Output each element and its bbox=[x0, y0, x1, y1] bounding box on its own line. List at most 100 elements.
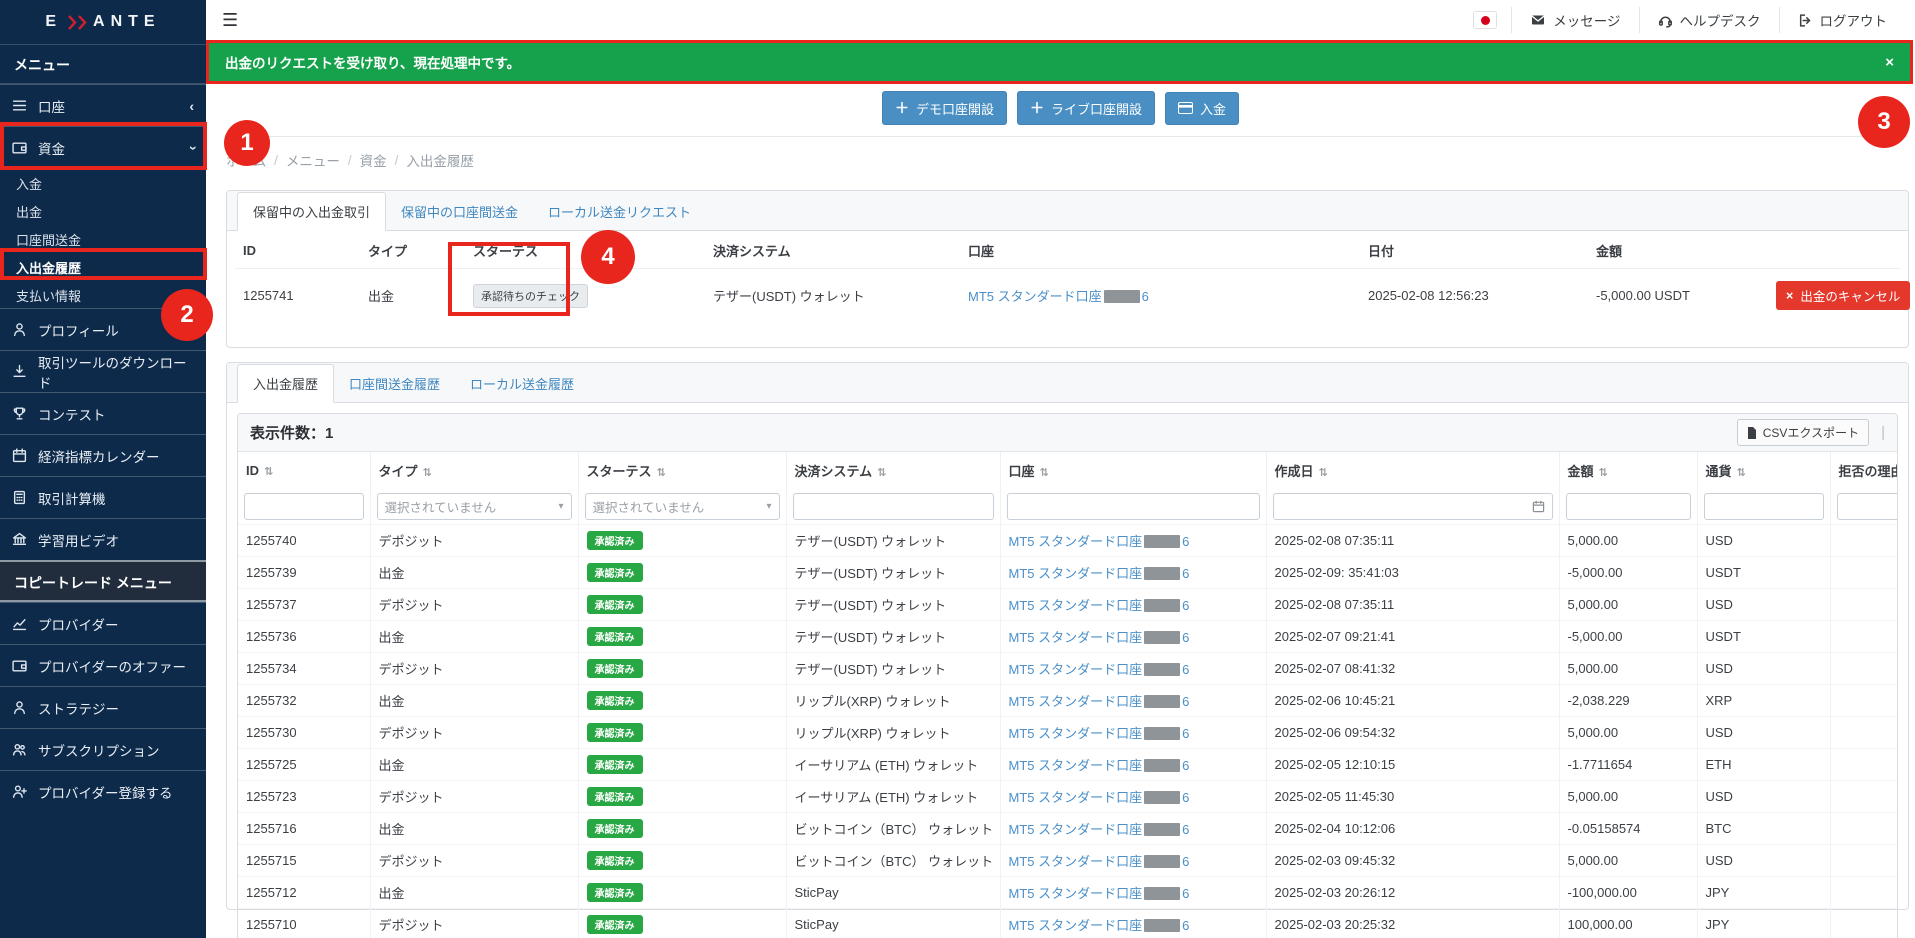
cell-date: 2025-02-07 08:41:32 bbox=[1266, 652, 1560, 685]
messages-button[interactable]: メッセージ bbox=[1511, 7, 1638, 33]
account-link[interactable]: MT5 スタンダード口座 6 bbox=[1009, 694, 1190, 709]
account-link[interactable]: MT5 スタンダード口座 6 bbox=[1009, 630, 1190, 645]
filter-input[interactable] bbox=[1703, 493, 1824, 520]
status-badge-approved: 承認済み bbox=[586, 755, 643, 774]
sidebar-subitem[interactable]: 入出金履歴 bbox=[0, 252, 206, 280]
sidebar-item[interactable]: コンテスト bbox=[0, 392, 206, 434]
sidebar-subitem[interactable]: 入金 bbox=[0, 168, 206, 196]
sidebar-item[interactable]: プロバイダー bbox=[0, 602, 206, 644]
filter-input[interactable] bbox=[792, 493, 994, 520]
filter-date-input[interactable] bbox=[1272, 493, 1553, 520]
trophy-icon bbox=[13, 407, 26, 420]
cell-amount: -100,000.00 bbox=[1559, 876, 1698, 909]
brand-logo[interactable]: E ANTE bbox=[0, 0, 206, 44]
cell-rejection-reason bbox=[1830, 684, 1897, 717]
hamburger-menu-icon[interactable]: ☰ bbox=[216, 10, 244, 31]
account-link[interactable]: MT5 スタンダード口座 6 bbox=[1009, 918, 1190, 933]
cell-currency: USD bbox=[1697, 588, 1831, 621]
column-header-sortable[interactable]: 決済システム ⇅ bbox=[786, 452, 1001, 489]
deposit-button[interactable]: 入金 bbox=[1165, 91, 1240, 125]
account-link[interactable]: MT5 スタンダード口座 6 bbox=[1009, 566, 1190, 581]
tab-active[interactable]: 入出金履歴 bbox=[237, 364, 335, 403]
breadcrumb-item[interactable]: メニュー bbox=[286, 150, 340, 170]
sidebar-item[interactable]: 資金 ‹ bbox=[0, 126, 206, 168]
sidebar-item[interactable]: 取引計算機 bbox=[0, 476, 206, 518]
tab-link[interactable]: 口座間送金履歴 bbox=[334, 365, 455, 402]
language-flag-japan[interactable] bbox=[1473, 11, 1498, 29]
breadcrumb-item[interactable]: 資金 bbox=[360, 150, 387, 170]
account-link[interactable]: MT5 スタンダード口座 6 bbox=[1009, 854, 1190, 869]
account-link[interactable]: MT5 スタンダード口座 6 bbox=[1009, 790, 1190, 805]
sidebar-item[interactable]: プロバイダーのオファー bbox=[0, 644, 206, 686]
column-header-sortable[interactable]: 通貨 ⇅ bbox=[1697, 452, 1831, 489]
chart-icon bbox=[12, 619, 27, 631]
account-link[interactable]: MT5 スタンダード口座 6 bbox=[1009, 822, 1190, 837]
logout-button[interactable]: ログアウト bbox=[1778, 7, 1906, 33]
banner-close-icon[interactable]: × bbox=[1885, 54, 1894, 71]
cell-currency: USD bbox=[1697, 716, 1831, 749]
column-header-sortable[interactable]: タイプ ⇅ bbox=[370, 452, 579, 489]
filter-select[interactable]: 選択されていません ▾ bbox=[584, 493, 780, 520]
cell-amount: 5,000.00 bbox=[1559, 716, 1698, 749]
sidebar-item[interactable]: ストラテジー bbox=[0, 686, 206, 728]
open-demo-account-button[interactable]: ＋ デモ口座開設 bbox=[881, 91, 1007, 125]
column-header-sortable[interactable]: 拒否の理由⇅ bbox=[1830, 452, 1897, 489]
cell-currency: ETH bbox=[1697, 748, 1831, 781]
account-link[interactable]: MT5 スタンダード口座 6 bbox=[1009, 886, 1190, 901]
filter-input[interactable] bbox=[1565, 493, 1691, 520]
filter-select[interactable]: 選択されていません ▾ bbox=[376, 493, 572, 520]
column-header-sortable[interactable]: スターテス ⇅ bbox=[578, 452, 787, 489]
account-link[interactable]: MT5 スタンダード口座 6 bbox=[1009, 534, 1190, 549]
cell-account: MT5 スタンダード口座 6 bbox=[1000, 524, 1267, 557]
cell-amount: 5,000.00 bbox=[1559, 844, 1698, 877]
calculator-icon bbox=[13, 490, 26, 505]
tab-link[interactable]: 保留中の口座間送金 bbox=[386, 193, 533, 230]
csv-export-button[interactable]: CSVエクスポート bbox=[1736, 419, 1870, 446]
cell-date: 2025-02-05 11:45:30 bbox=[1266, 780, 1560, 813]
open-live-account-button[interactable]: ＋ ライブ口座開設 bbox=[1016, 91, 1155, 125]
redacted-account-number bbox=[1144, 695, 1181, 708]
cell-type: 出金 bbox=[370, 748, 579, 781]
cell-id: 1255734 bbox=[238, 652, 371, 685]
sidebar-subitem[interactable]: 口座間送金 bbox=[0, 224, 206, 252]
cancel-withdrawal-button[interactable]: × 出金のキャンセル bbox=[1776, 281, 1911, 310]
envelope-icon bbox=[1532, 15, 1545, 25]
sidebar-item[interactable]: 口座 ‹ bbox=[0, 84, 206, 126]
filter-input[interactable] bbox=[1836, 493, 1897, 520]
account-link[interactable]: MT5 スタンダード口座 6 bbox=[1009, 758, 1190, 773]
account-link[interactable]: MT5 スタンダード口座 6 bbox=[1009, 598, 1190, 613]
sidebar-subitem[interactable]: 出金 bbox=[0, 196, 206, 224]
account-link[interactable]: MT5 スタンダード口座 6 bbox=[1009, 726, 1190, 741]
column-header-sortable[interactable]: 作成日 ⇅ bbox=[1266, 452, 1560, 489]
helpdesk-button[interactable]: ヘルプデスク bbox=[1638, 7, 1779, 33]
sidebar-item[interactable]: 経済指標カレンダー bbox=[0, 434, 206, 476]
cell-currency: USDT bbox=[1697, 620, 1831, 653]
cell-currency: JPY bbox=[1697, 876, 1831, 909]
cell-account: MT5 スタンダード口座 6 bbox=[1000, 556, 1267, 589]
tab-link[interactable]: ローカル送金履歴 bbox=[455, 365, 589, 402]
cell-payment-system: リップル(XRP) ウォレット bbox=[786, 716, 1001, 749]
tab-active[interactable]: 保留中の入出金取引 bbox=[237, 192, 387, 231]
cell-payment-system: イーサリアム (ETH) ウォレット bbox=[786, 748, 1001, 781]
sidebar-item[interactable]: プロバイダー登録する bbox=[0, 770, 206, 812]
sidebar-item-label: プロフィール bbox=[38, 323, 119, 339]
sidebar-item[interactable]: サブスクリプション bbox=[0, 728, 206, 770]
sort-icon: ⇅ bbox=[1736, 467, 1746, 479]
redacted-account-number bbox=[1144, 823, 1181, 836]
cell-type: 出金 bbox=[370, 684, 579, 717]
column-header-sortable[interactable]: 金額 ⇅ bbox=[1559, 452, 1698, 489]
sidebar-item-label: ストラテジー bbox=[38, 701, 119, 717]
cell-id: 1255740 bbox=[238, 524, 371, 557]
chevron-down-icon: ▾ bbox=[766, 501, 772, 512]
filter-input[interactable] bbox=[1006, 493, 1260, 520]
calendar-icon bbox=[1532, 500, 1544, 513]
sidebar-item[interactable]: 取引ツールのダウンロード bbox=[0, 350, 206, 392]
account-link[interactable]: MT5 スタンダード口座 6 bbox=[968, 289, 1149, 304]
account-link[interactable]: MT5 スタンダード口座 6 bbox=[1009, 662, 1190, 677]
messages-label: メッセージ bbox=[1553, 14, 1621, 29]
column-header-sortable[interactable]: ID ⇅ bbox=[238, 452, 371, 489]
tab-link[interactable]: ローカル送金リクエスト bbox=[533, 193, 706, 230]
sidebar-item[interactable]: 学習用ビデオ bbox=[0, 518, 206, 560]
column-header-sortable[interactable]: 口座 ⇅ bbox=[1000, 452, 1267, 489]
filter-input[interactable] bbox=[244, 493, 364, 520]
